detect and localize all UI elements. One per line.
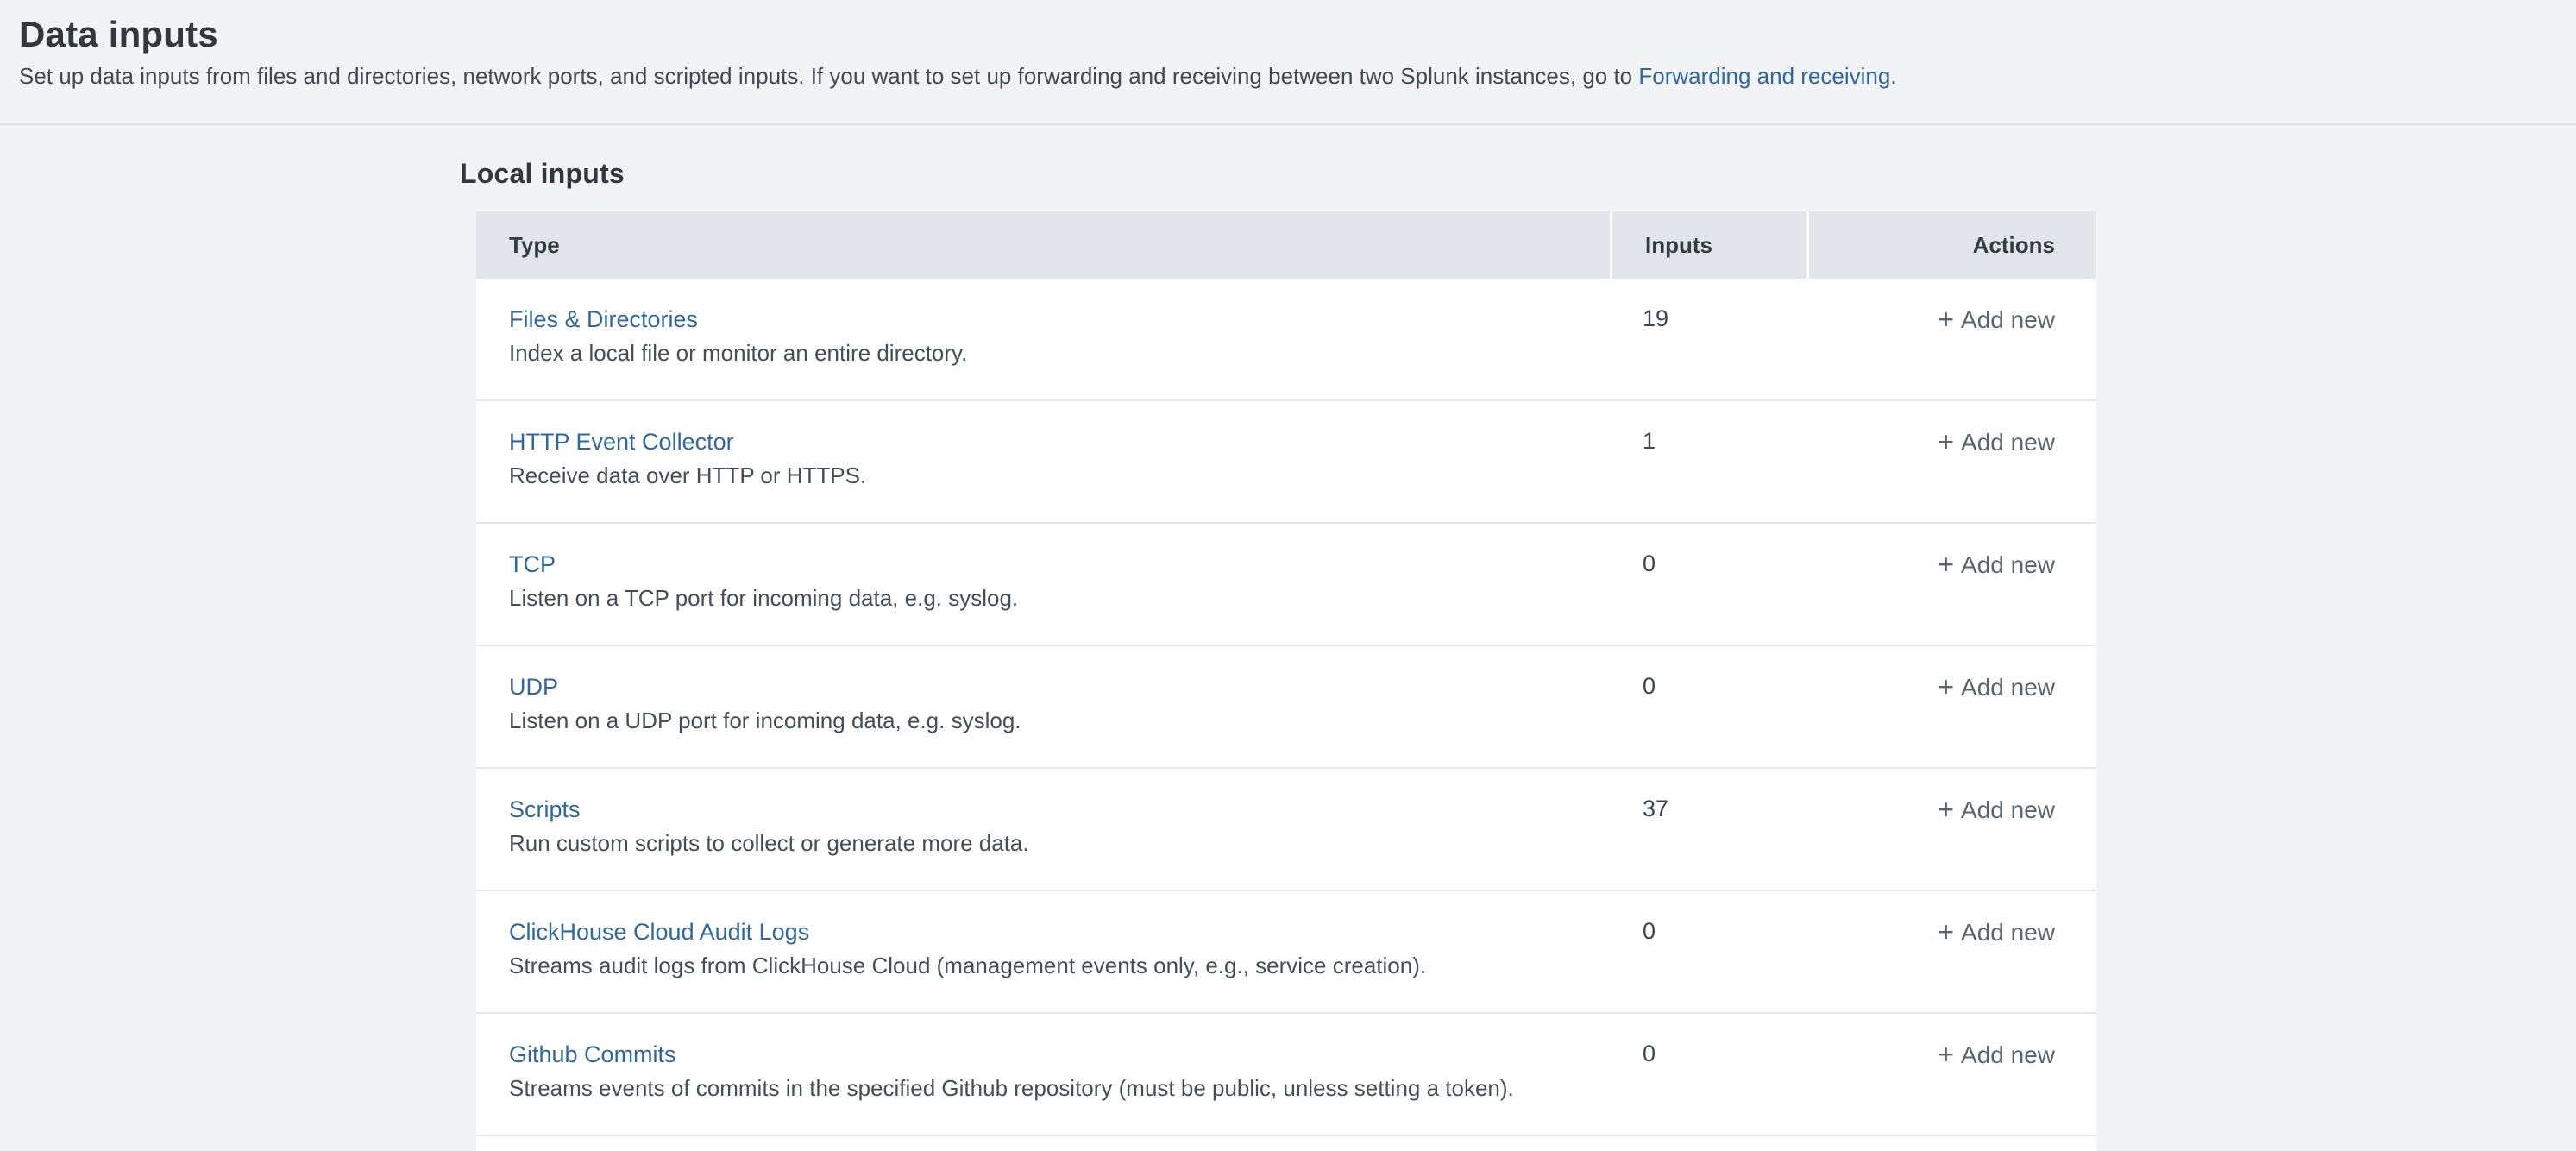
type-link[interactable]: Files & Directories <box>509 305 698 333</box>
plus-icon: + <box>1938 304 1954 336</box>
table-header-row: Type Inputs Actions <box>476 211 2096 279</box>
inputs-count: 0 <box>1610 646 1806 767</box>
subtitle-text: Set up data inputs from files and direct… <box>19 63 1638 89</box>
table-row: Files & Directories Index a local file o… <box>476 279 2096 401</box>
data-inputs-page: Data inputs Set up data inputs from file… <box>0 0 2576 1151</box>
actions-cell: + Add new <box>1806 891 2096 1012</box>
page-subtitle: Set up data inputs from files and direct… <box>19 62 2576 91</box>
forwarding-and-receiving-link[interactable]: Forwarding and receiving <box>1638 63 1890 89</box>
main-content: Local inputs Type Inputs Actions Files &… <box>0 158 2576 1151</box>
table-row: HTTP Event Collector Receive data over H… <box>476 401 2096 524</box>
type-cell: TCP Listen on a TCP port for incoming da… <box>476 524 1610 645</box>
actions-cell: + Add new <box>1806 401 2096 522</box>
row-description: Listen on a UDP port for incoming data, … <box>509 708 1610 733</box>
actions-cell: + Add new <box>1806 646 2096 767</box>
row-description: Streams events of commits in the specifi… <box>509 1075 1610 1101</box>
row-description: Index a local file or monitor an entire … <box>509 340 1610 366</box>
row-description: Streams audit logs from ClickHouse Cloud… <box>509 953 1610 978</box>
add-new-label: Add new <box>1961 796 2055 823</box>
type-cell: Files & Directories Index a local file o… <box>476 279 1610 399</box>
type-link[interactable]: HTTP Event Collector <box>509 428 734 456</box>
add-new-link[interactable]: + Add new <box>1938 1041 2055 1068</box>
column-header-inputs: Inputs <box>1610 211 1806 279</box>
add-new-link[interactable]: + Add new <box>1938 306 2055 333</box>
inputs-count: 0 <box>1610 524 1806 645</box>
type-link[interactable]: Github Commits <box>509 1041 676 1068</box>
table-row: TCP Listen on a TCP port for incoming da… <box>476 524 2096 646</box>
inputs-count: 37 <box>1610 769 1806 890</box>
table-row-partial <box>476 1136 2096 1151</box>
row-description: Receive data over HTTP or HTTPS. <box>509 462 1610 488</box>
plus-icon: + <box>1938 549 1954 581</box>
plus-icon: + <box>1938 671 1954 703</box>
table-row: ClickHouse Cloud Audit Logs Streams audi… <box>476 891 2096 1014</box>
type-link[interactable]: Scripts <box>509 796 581 823</box>
add-new-label: Add new <box>1961 551 2055 578</box>
actions-cell: + Add new <box>1806 279 2096 399</box>
add-new-link[interactable]: + Add new <box>1938 429 2055 456</box>
add-new-label: Add new <box>1961 919 2055 946</box>
type-cell: Scripts Run custom scripts to collect or… <box>476 769 1610 890</box>
add-new-link[interactable]: + Add new <box>1938 551 2055 578</box>
type-cell: ClickHouse Cloud Audit Logs Streams audi… <box>476 891 1610 1012</box>
type-cell: Github Commits Streams events of commits… <box>476 1014 1610 1135</box>
inputs-count: 0 <box>1610 1014 1806 1135</box>
subtitle-period: . <box>1890 63 1896 89</box>
add-new-label: Add new <box>1961 1041 2055 1068</box>
row-description: Run custom scripts to collect or generat… <box>509 830 1610 856</box>
actions-cell: + Add new <box>1806 524 2096 645</box>
type-link[interactable]: UDP <box>509 673 558 701</box>
section-heading: Local inputs <box>460 158 2576 190</box>
inputs-count: 19 <box>1610 279 1806 399</box>
table-row: Scripts Run custom scripts to collect or… <box>476 769 2096 891</box>
type-cell: UDP Listen on a UDP port for incoming da… <box>476 646 1610 767</box>
local-inputs-table: Type Inputs Actions Files & Directories … <box>476 211 2096 1151</box>
add-new-link[interactable]: + Add new <box>1938 674 2055 701</box>
page-title: Data inputs <box>19 14 2576 55</box>
type-link[interactable]: ClickHouse Cloud Audit Logs <box>509 918 809 946</box>
table-row: Github Commits Streams events of commits… <box>476 1014 2096 1136</box>
inputs-count: 0 <box>1610 891 1806 1012</box>
plus-icon: + <box>1938 794 1954 826</box>
plus-icon: + <box>1938 1039 1954 1071</box>
add-new-label: Add new <box>1961 306 2055 333</box>
actions-cell: + Add new <box>1806 769 2096 890</box>
type-cell: HTTP Event Collector Receive data over H… <box>476 401 1610 522</box>
table-row: UDP Listen on a UDP port for incoming da… <box>476 646 2096 769</box>
column-header-type: Type <box>476 211 1610 279</box>
type-link[interactable]: TCP <box>509 550 556 578</box>
add-new-link[interactable]: + Add new <box>1938 796 2055 823</box>
add-new-label: Add new <box>1961 429 2055 456</box>
plus-icon: + <box>1938 426 1954 458</box>
inputs-count: 1 <box>1610 401 1806 522</box>
add-new-link[interactable]: + Add new <box>1938 919 2055 946</box>
row-description: Listen on a TCP port for incoming data, … <box>509 585 1610 611</box>
column-header-actions: Actions <box>1806 211 2096 279</box>
add-new-label: Add new <box>1961 674 2055 701</box>
actions-cell: + Add new <box>1806 1014 2096 1135</box>
page-header: Data inputs Set up data inputs from file… <box>0 0 2576 125</box>
plus-icon: + <box>1938 916 1954 948</box>
